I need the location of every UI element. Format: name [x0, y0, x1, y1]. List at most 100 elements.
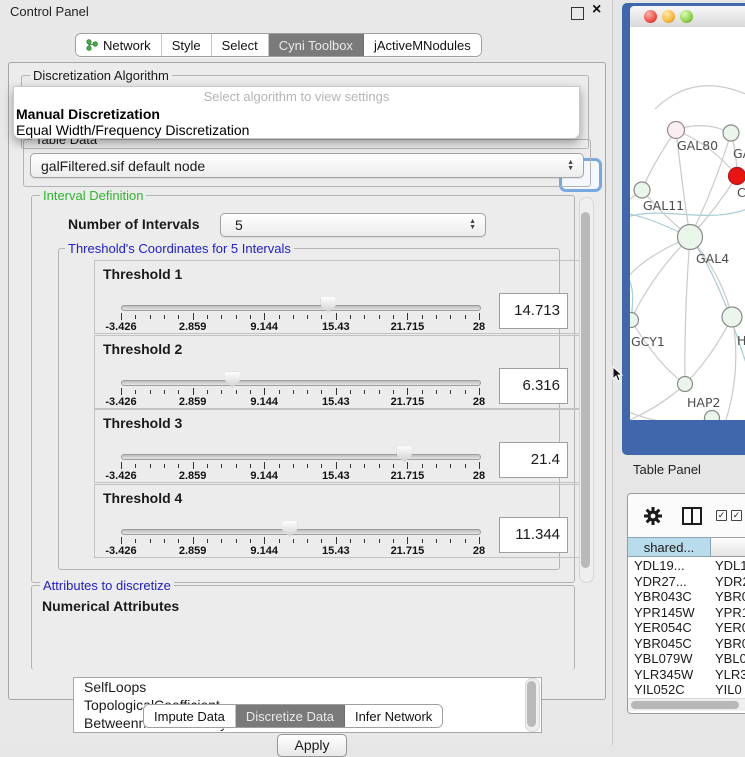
- table-row[interactable]: YIL052CYIL0: [628, 682, 745, 698]
- tab-select[interactable]: Select: [212, 34, 269, 56]
- table-row[interactable]: YDR27...YDR2: [628, 574, 745, 590]
- tick-mark: [236, 464, 237, 468]
- network-graph: GAL80GACGAL11GAL4GCY1HHAP2: [630, 27, 745, 420]
- network-window-titlebar[interactable]: [630, 6, 745, 28]
- tick-mark: [121, 537, 122, 544]
- table-data-combobox[interactable]: galFiltered.sif default node ▲▼: [30, 153, 584, 178]
- column-header[interactable]: n: [711, 537, 745, 557]
- threshold-value-field[interactable]: 6.316: [499, 368, 568, 404]
- tick-label: -3.426: [105, 396, 136, 408]
- table-cell: YDR27...: [628, 574, 711, 589]
- threshold-panel: Threshold 1 -3.4262.8599.14415.4321.7152…: [94, 260, 584, 334]
- network-node-gal4[interactable]: [678, 225, 703, 250]
- tick-mark: [207, 539, 208, 543]
- tick-mark: [264, 537, 265, 544]
- threshold-value-field[interactable]: 14.713: [499, 293, 568, 329]
- tab-network[interactable]: Network: [76, 34, 162, 56]
- tick-mark: [393, 464, 394, 468]
- thresholds-group-title: Threshold's Coordinates for 5 Intervals: [65, 241, 294, 256]
- split-columns-icon[interactable]: [682, 507, 702, 525]
- tab-discretize-data[interactable]: Discretize Data: [236, 705, 345, 727]
- tick-label: 9.144: [250, 470, 278, 482]
- algorithm-option[interactable]: Manual Discretization: [14, 106, 579, 122]
- minimize-traffic-light-icon[interactable]: [662, 10, 675, 23]
- tick-mark: [321, 539, 322, 543]
- threshold-slider[interactable]: -3.4262.8599.14415.4321.71528: [121, 336, 479, 408]
- tick-label: 21.715: [391, 545, 425, 557]
- table-cell: YBR0: [711, 589, 745, 604]
- threshold-slider[interactable]: -3.4262.8599.14415.4321.71528: [121, 410, 479, 482]
- slider-track[interactable]: [121, 454, 481, 460]
- close-traffic-light-icon[interactable]: [644, 10, 657, 23]
- network-node-h[interactable]: [722, 307, 742, 327]
- tick-mark: [350, 539, 351, 543]
- checkbox-icon[interactable]: ✓: [731, 510, 742, 521]
- tick-mark: [321, 464, 322, 468]
- tick-mark: [393, 539, 394, 543]
- mouse-cursor-icon: [612, 366, 624, 382]
- slider-track[interactable]: [121, 380, 481, 386]
- tick-mark: [407, 388, 408, 395]
- attributes-scrollbar-thumb[interactable]: [527, 681, 536, 727]
- table-row[interactable]: YBR043CYBR0: [628, 589, 745, 605]
- number-of-intervals-combobox[interactable]: 5 ▲▼: [220, 213, 486, 237]
- table-data-group: Table Data galFiltered.sif default node …: [23, 139, 591, 187]
- interval-definition-group: Interval Definition Number of Intervals …: [31, 195, 575, 583]
- network-node-label: GAL80: [677, 138, 718, 153]
- table-row[interactable]: YPR145WYPR1: [628, 605, 745, 621]
- close-icon[interactable]: ×: [592, 1, 601, 19]
- network-node-gcy1[interactable]: [630, 313, 639, 328]
- tab-infer-network[interactable]: Infer Network: [345, 705, 442, 727]
- table-hscrollbar-thumb[interactable]: [631, 701, 739, 709]
- attribute-list-item[interactable]: SelfLoops: [74, 678, 541, 696]
- network-node[interactable]: [705, 411, 720, 421]
- algorithm-option[interactable]: Equal Width/Frequency Discretization: [14, 122, 579, 138]
- tab-label: Style: [172, 38, 201, 53]
- tick-mark: [336, 462, 337, 469]
- tab-label: Discretize Data: [246, 709, 334, 724]
- tab-label: Network: [103, 38, 151, 53]
- column-header[interactable]: shared...: [628, 537, 711, 557]
- network-canvas[interactable]: GAL80GACGAL11GAL4GCY1HHAP2: [630, 27, 745, 420]
- table-horizontal-scrollbar[interactable]: [628, 698, 745, 711]
- apply-button[interactable]: Apply: [277, 734, 347, 757]
- network-node-c[interactable]: [729, 168, 745, 185]
- tab-cyni-toolbox[interactable]: Cyni Toolbox: [269, 34, 364, 56]
- table-row[interactable]: YBL079WYBL0: [628, 651, 745, 667]
- tick-mark: [250, 390, 251, 394]
- main-scrollbar-thumb[interactable]: [581, 212, 590, 568]
- algorithm-dropdown-placeholder: Select algorithm to view settings: [14, 87, 579, 106]
- gear-icon[interactable]: [644, 507, 662, 525]
- tick-mark: [221, 315, 222, 319]
- tick-label: 28: [473, 545, 485, 557]
- table-row[interactable]: YER054CYER0: [628, 620, 745, 636]
- tab-jactivemnodules[interactable]: jActiveMNodules: [364, 34, 481, 56]
- slider-track[interactable]: [121, 529, 481, 535]
- tick-mark: [436, 539, 437, 543]
- main-vertical-scrollbar[interactable]: [579, 197, 594, 583]
- tick-label: 15.43: [322, 396, 350, 408]
- slider-tick-labels: -3.4262.8599.14415.4321.71528: [121, 396, 479, 408]
- tick-mark: [279, 464, 280, 468]
- table-row[interactable]: YDL19...YDL1: [628, 558, 745, 574]
- checkbox-icon[interactable]: ✓: [716, 510, 727, 521]
- tab-style[interactable]: Style: [162, 34, 212, 56]
- tab-impute-data[interactable]: Impute Data: [144, 705, 236, 727]
- threshold-value-field[interactable]: 11.344: [499, 517, 568, 553]
- slider-tick-labels: -3.4262.8599.14415.4321.71528: [121, 321, 479, 333]
- attributes-list-scrollbar[interactable]: [525, 678, 540, 732]
- threshold-slider[interactable]: -3.4262.8599.14415.4321.71528: [121, 261, 479, 333]
- network-node-gal80[interactable]: [668, 122, 685, 139]
- threshold-slider[interactable]: -3.4262.8599.14415.4321.71528: [121, 485, 479, 557]
- slider-track[interactable]: [121, 305, 481, 311]
- threshold-value-field[interactable]: 21.4: [499, 442, 568, 478]
- table-row[interactable]: YBR045CYBR0: [628, 636, 745, 652]
- tick-label: 2.859: [179, 470, 207, 482]
- network-node-hap2[interactable]: [678, 377, 693, 392]
- zoom-traffic-light-icon[interactable]: [680, 10, 693, 23]
- tick-mark: [479, 388, 480, 395]
- network-node-gal11[interactable]: [634, 182, 650, 198]
- network-node-ga[interactable]: [723, 125, 739, 141]
- float-window-icon[interactable]: [571, 7, 584, 20]
- table-row[interactable]: YLR345WYLR3: [628, 667, 745, 683]
